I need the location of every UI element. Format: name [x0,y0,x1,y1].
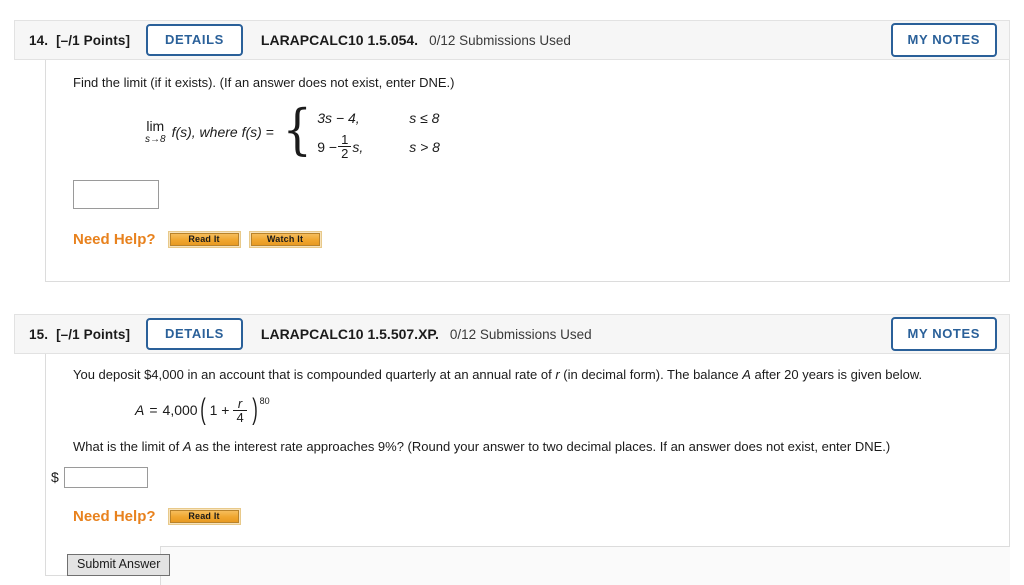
dollar-sign-label: $ [51,469,59,486]
question-points: [–/1 Points] [56,326,131,342]
dollar-answer-row: $ [51,466,1009,488]
submit-row: Submit Answer [46,545,1010,585]
fraction-one-half: 1 2 [338,132,352,160]
limit-expression: lim s→8 f(s), where f(s) = { 3s − 4, s ≤… [73,98,1009,162]
case-2-condition: s > 8 [409,138,440,155]
details-button[interactable]: DETAILS [146,24,243,56]
question-prompt: You deposit $4,000 in an account that is… [73,366,1009,385]
question-card-14: 14. [–/1 Points] DETAILS LARAPCALC10 1.5… [14,20,1010,282]
prompt-text-2: (in decimal form). The balance [559,367,743,382]
case-row: 9 − 1 2 s, s > 8 [317,133,440,160]
case-2-lead: 9 − [317,138,338,155]
formula-one-plus: 1 + [209,402,230,419]
question-card-15: 15. [–/1 Points] DETAILS LARAPCALC10 1.5… [14,314,1010,585]
limit-subscript: s→8 [145,134,166,146]
read-it-button[interactable]: Read It [167,507,241,525]
prompt-variable-a: A [742,367,751,382]
case-2-expression: 9 − 1 2 s, [317,133,409,160]
need-help-row-15: Need Help? Read It [73,507,1009,525]
subprompt-text-2: as the interest rate approaches 9%? (Rou… [191,438,891,454]
formula-equals: = [149,402,158,419]
answer-input-14[interactable] [73,179,159,209]
need-help-row-14: Need Help? Read It Watch It [73,230,1009,248]
details-button[interactable]: DETAILS [146,318,243,350]
need-help-label: Need Help? [73,230,156,248]
formula-coefficient: 4,000 [162,402,198,419]
watch-it-button[interactable]: Watch It [248,230,322,248]
question-number: 14. [29,32,49,48]
submissions-used: 0/12 Submissions Used [429,32,571,48]
function-notation: f(s), where f(s) = [171,124,274,141]
case-1-condition: s ≤ 8 [409,109,440,126]
cases-list: 3s − 4, s ≤ 8 9 − 1 2 s, s > 8 [317,107,440,161]
fraction-r-over-4: r 4 [233,395,247,424]
my-notes-button[interactable]: MY NOTES [890,23,997,57]
submit-answer-button[interactable]: Submit Answer [67,553,171,577]
answer-input-15[interactable] [63,466,148,488]
prompt-text-3: after 20 years is given below. [750,367,923,382]
need-help-label: Need Help? [73,507,156,525]
submit-strip [160,545,1010,585]
limit-label: lim [146,118,165,135]
subprompt-text-1: What is the limit of [73,438,183,454]
question-header-14: 14. [–/1 Points] DETAILS LARAPCALC10 1.5… [14,20,1010,60]
question-header-15: 15. [–/1 Points] DETAILS LARAPCALC10 1.5… [14,314,1010,354]
submissions-used: 0/12 Submissions Used [449,326,592,342]
formula-exponent: 80 [259,395,270,406]
read-it-label: Read It [169,509,239,523]
question-number: 15. [29,326,49,342]
fraction-denominator: 2 [338,146,352,160]
case-row: 3s − 4, s ≤ 8 [317,107,440,129]
question-code: LARAPCALC10 1.5.054. [260,32,419,48]
question-subprompt: What is the limit of A as the interest r… [73,438,1009,457]
question-prompt: Find the limit (if it exists). (If an an… [73,75,455,90]
assignment-page: 14. [–/1 Points] DETAILS LARAPCALC10 1.5… [0,0,1024,585]
fraction-numerator: r [237,395,243,411]
question-points: [–/1 Points] [56,32,131,48]
case-2-tail: s, [352,138,364,155]
fraction-numerator: 1 [341,132,349,148]
watch-it-label: Watch It [250,232,320,246]
question-body-15: You deposit $4,000 in an account that is… [45,354,1010,585]
formula-lhs: A [135,402,145,419]
read-it-button[interactable]: Read It [167,230,241,248]
question-body-14: Find the limit (if it exists). (If an an… [45,60,1010,282]
read-it-label: Read It [169,232,239,246]
limit-operator: lim s→8 [145,119,166,145]
fraction-denominator: 4 [233,409,247,424]
piecewise-function: { 3s − 4, s ≤ 8 9 − 1 2 s, s > 8 [282,98,440,162]
case-1-expression: 3s − 4, [317,109,360,126]
balance-formula: A = 4,000 ( 1 + r 4 ) 80 [135,393,270,427]
question-code: LARAPCALC10 1.5.507.XP. [260,326,439,342]
prompt-text-1: You deposit $4,000 in an account that is… [73,367,556,382]
my-notes-button[interactable]: MY NOTES [890,317,997,351]
